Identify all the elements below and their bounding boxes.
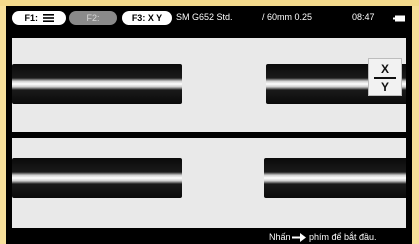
fiber-type: SM G652 Std. xyxy=(176,12,233,22)
right-fiber-y xyxy=(264,158,406,198)
f1-label: F1: xyxy=(24,13,38,23)
f3-xy-button[interactable]: F3: X Y xyxy=(122,11,172,25)
device-bezel: F1: F2: F3: X Y SM G652 Std. / 60mm 0.25… xyxy=(0,0,419,244)
fiber-view-x xyxy=(12,38,406,132)
xy-separator xyxy=(374,77,396,79)
start-hint: Nhấn phím để bắt đầu. xyxy=(6,232,412,244)
status-bar: F1: F2: F3: X Y SM G652 Std. / 60mm 0.25… xyxy=(6,6,412,30)
f2-label: F2: xyxy=(86,13,100,23)
clock: 08:47 xyxy=(352,12,375,22)
device-screen: F1: F2: F3: X Y SM G652 Std. / 60mm 0.25… xyxy=(6,6,412,244)
xy-x-label: X xyxy=(380,62,389,76)
distance-readout: / 60mm 0.25 xyxy=(262,12,313,22)
hint-press-text: Nhấn xyxy=(269,232,291,242)
f3-label: F3: X Y xyxy=(131,13,163,23)
fiber-view-y xyxy=(12,138,406,228)
xy-y-label: Y xyxy=(380,80,389,94)
left-fiber-x xyxy=(12,64,182,104)
left-fiber-y xyxy=(12,158,182,198)
f2-button[interactable]: F2: xyxy=(69,11,117,25)
xy-view-toggle[interactable]: X Y xyxy=(368,58,402,96)
battery-icon xyxy=(393,15,405,22)
hint-start-text: phím để bắt đầu. xyxy=(309,232,377,242)
arrow-right-icon xyxy=(292,233,306,242)
menu-icon xyxy=(42,14,54,22)
f1-menu-button[interactable]: F1: xyxy=(12,11,66,25)
